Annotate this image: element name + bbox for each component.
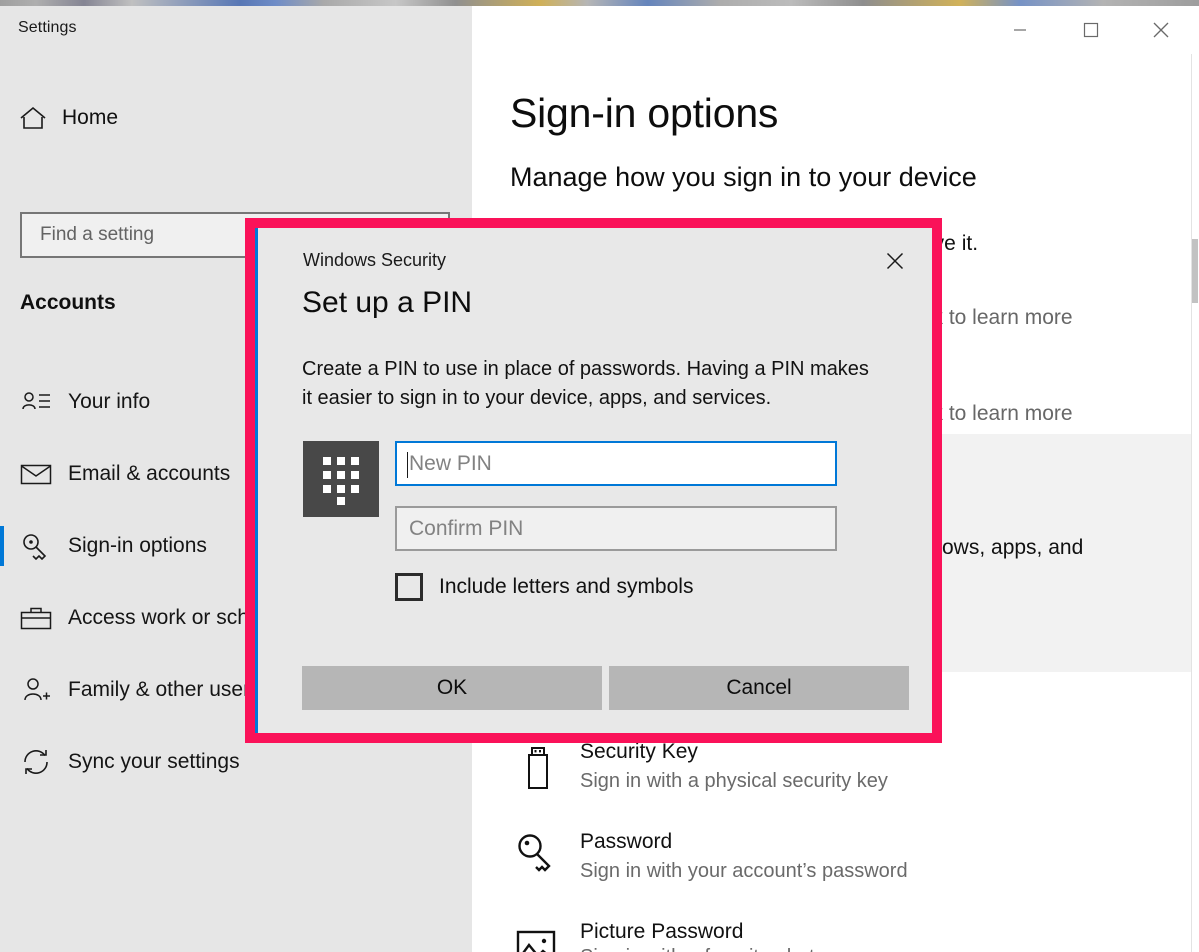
minimize-icon bbox=[1014, 29, 1026, 31]
key-icon bbox=[16, 532, 56, 560]
sidebar-item-your-info-label: Your info bbox=[68, 390, 151, 413]
selection-indicator bbox=[0, 526, 4, 566]
signin-option-security-key-title: Security Key bbox=[580, 740, 698, 763]
close-button[interactable] bbox=[1137, 6, 1185, 54]
include-letters-symbols-label: Include letters and symbols bbox=[439, 575, 694, 598]
key-icon bbox=[516, 832, 560, 878]
maximize-icon bbox=[1083, 22, 1099, 38]
dialog-app-name: Windows Security bbox=[303, 250, 447, 270]
dialog-highlight-frame: Windows Security Set up a PIN Create a P… bbox=[245, 218, 942, 743]
signin-option-security-key[interactable]: Security Key Sign in with a physical sec… bbox=[472, 736, 1199, 806]
sidebar-item-sync-your-settings-label: Sync your settings bbox=[68, 750, 240, 773]
obscured-text-fragment-2: ck to learn more bbox=[922, 306, 1073, 329]
ok-button[interactable]: OK bbox=[302, 666, 602, 710]
page-title: Sign-in options bbox=[510, 90, 779, 136]
picture-icon bbox=[516, 930, 560, 952]
sidebar-item-home[interactable]: Home bbox=[0, 94, 472, 142]
new-pin-placeholder: New PIN bbox=[409, 451, 492, 475]
content-scrollbar[interactable] bbox=[1191, 54, 1199, 952]
minimize-button[interactable] bbox=[996, 6, 1044, 54]
sidebar-item-family-other-users-label: Family & other users bbox=[68, 678, 261, 701]
selection-indicator bbox=[0, 598, 4, 638]
sidebar-item-sign-in-options-label: Sign-in options bbox=[68, 534, 207, 557]
signin-option-password[interactable]: Password Sign in with your account’s pas… bbox=[472, 826, 1199, 896]
window-title: Settings bbox=[18, 19, 77, 36]
signin-option-password-title: Password bbox=[580, 830, 673, 853]
dialog-body-text: Create a PIN to use in place of password… bbox=[302, 358, 869, 409]
selection-indicator bbox=[0, 742, 4, 782]
confirm-pin-input[interactable]: Confirm PIN bbox=[395, 506, 837, 551]
page-subtitle: Manage how you sign in to your device bbox=[510, 162, 977, 192]
windows-security-dialog: Windows Security Set up a PIN Create a P… bbox=[255, 228, 932, 733]
signin-option-security-key-desc: Sign in with a physical security key bbox=[580, 770, 888, 792]
signin-option-picture-password-title: Picture Password bbox=[580, 920, 744, 943]
dialog-close-button[interactable] bbox=[880, 246, 910, 276]
close-icon bbox=[886, 252, 904, 270]
sync-icon bbox=[16, 748, 56, 776]
obscured-text-fragment-4: ows, apps, and bbox=[942, 536, 1084, 559]
selection-indicator bbox=[0, 382, 4, 422]
pin-keypad-icon bbox=[303, 441, 379, 517]
include-letters-symbols-checkbox[interactable] bbox=[395, 573, 423, 601]
title-bar: Settings bbox=[0, 6, 1199, 54]
envelope-icon bbox=[16, 462, 56, 486]
text-caret bbox=[407, 452, 408, 478]
home-icon bbox=[18, 104, 52, 132]
person-add-icon bbox=[16, 676, 56, 704]
person-card-icon bbox=[16, 390, 56, 414]
settings-window: Settings Home Find a setting Accounts Yo… bbox=[0, 6, 1199, 952]
obscured-text-fragment-3: ck to learn more bbox=[922, 402, 1073, 425]
screen: Settings Home Find a setting Accounts Yo… bbox=[0, 0, 1199, 952]
selection-indicator bbox=[0, 454, 4, 494]
sidebar-section-accounts: Accounts bbox=[20, 291, 116, 314]
dialog-title: Set up a PIN bbox=[302, 286, 473, 319]
signin-option-picture-password-desc: Sign in with a favorite photo bbox=[580, 946, 1100, 952]
briefcase-icon bbox=[16, 605, 56, 631]
sidebar-item-email-accounts-label: Email & accounts bbox=[68, 462, 231, 485]
maximize-button[interactable] bbox=[1067, 6, 1115, 54]
confirm-pin-placeholder: Confirm PIN bbox=[409, 516, 524, 540]
selection-indicator bbox=[0, 670, 4, 710]
include-letters-symbols-checkbox-row[interactable]: Include letters and symbols bbox=[395, 573, 693, 601]
cancel-button[interactable]: Cancel bbox=[609, 666, 909, 710]
sidebar-item-home-label: Home bbox=[62, 106, 119, 129]
signin-option-password-desc: Sign in with your account’s password bbox=[580, 860, 908, 882]
usb-security-key-icon bbox=[516, 746, 560, 792]
content-scrollbar-thumb[interactable] bbox=[1192, 239, 1198, 303]
close-icon bbox=[1153, 22, 1169, 38]
new-pin-input[interactable]: New PIN bbox=[395, 441, 837, 486]
